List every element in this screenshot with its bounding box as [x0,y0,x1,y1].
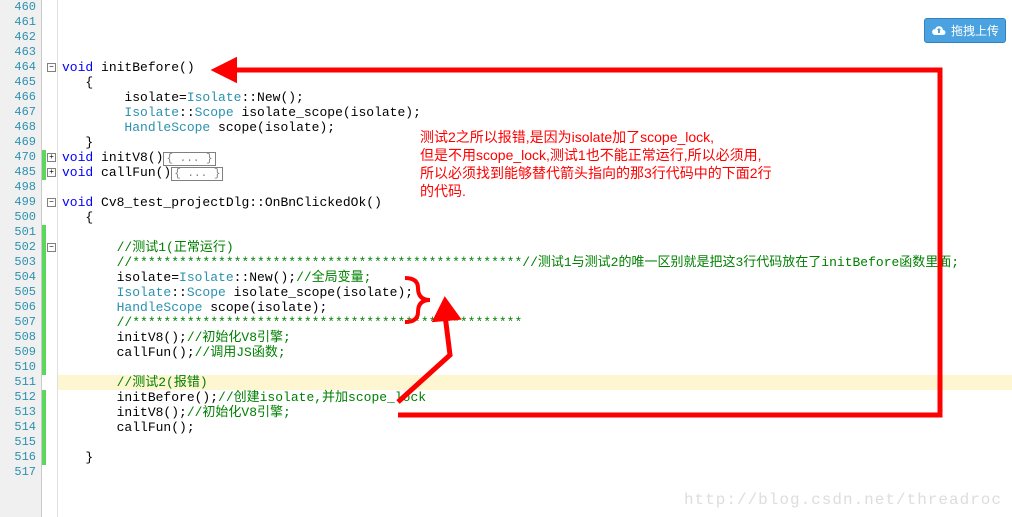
line-number: 464 [0,60,36,75]
fold-toggle[interactable]: − [47,243,56,252]
code-line: callFun();//调用JS函数; [58,345,1012,360]
line-number: 510 [0,360,36,375]
line-number: 507 [0,315,36,330]
line-number: 516 [0,450,36,465]
line-number: 485 [0,165,36,180]
drag-upload-button[interactable]: 拖拽上传 [924,18,1006,43]
keyword: void [62,60,93,75]
line-number: 461 [0,15,36,30]
code-line [58,465,1012,480]
line-number: 511 [0,375,36,390]
line-number: 508 [0,330,36,345]
fold-toggle[interactable]: − [47,63,56,72]
code-line: { [58,210,1012,225]
line-number: 462 [0,30,36,45]
line-number: 502 [0,240,36,255]
line-number-gutter: 460 461 462 463 464 465 466 467 468 469 … [0,0,42,517]
line-number: 506 [0,300,36,315]
code-line: void initV8(){ ... } [58,150,1012,165]
line-number: 503 [0,255,36,270]
code-line: isolate=Isolate::New(); [58,90,1012,105]
code-line: HandleScope scope(isolate); [58,120,1012,135]
fold-toggle[interactable]: + [47,153,56,162]
code-line: initV8();//初始化V8引擎; [58,405,1012,420]
line-number: 509 [0,345,36,360]
line-number: 500 [0,210,36,225]
code-line [58,30,1012,45]
code-line: callFun(); [58,420,1012,435]
fold-toggle[interactable]: + [47,168,56,177]
line-number: 505 [0,285,36,300]
upload-label: 拖拽上传 [951,22,999,39]
line-number: 465 [0,75,36,90]
fold-column: − + + − − [46,0,58,517]
code-line: Isolate::Scope isolate_scope(isolate); [58,285,1012,300]
line-number: 504 [0,270,36,285]
fold-toggle[interactable]: − [47,198,56,207]
code-line [58,180,1012,195]
code-line: HandleScope scope(isolate); [58,300,1012,315]
line-number: 466 [0,90,36,105]
line-number: 468 [0,120,36,135]
code-line-highlighted: //测试2(报错) [58,375,1012,390]
code-line: { [58,75,1012,90]
code-line: } [58,135,1012,150]
code-line: void callFun(){ ... } [58,165,1012,180]
code-line [58,0,1012,15]
line-number: 512 [0,390,36,405]
line-number: 470 [0,150,36,165]
code-line [58,45,1012,60]
code-line: void initBefore() [58,60,1012,75]
code-line: Isolate::Scope isolate_scope(isolate); [58,105,1012,120]
line-number: 460 [0,0,36,15]
line-number: 513 [0,405,36,420]
folded-region[interactable]: { ... } [163,152,215,166]
code-line: initV8();//初始化V8引擎; [58,330,1012,345]
line-number: 498 [0,180,36,195]
line-number: 501 [0,225,36,240]
code-line [58,15,1012,30]
line-number: 517 [0,465,36,480]
line-number: 515 [0,435,36,450]
code-line: isolate=Isolate::New();//全局变量; [58,270,1012,285]
cloud-upload-icon [931,23,947,39]
line-number: 499 [0,195,36,210]
code-editor: 460 461 462 463 464 465 466 467 468 469 … [0,0,1012,517]
line-number: 469 [0,135,36,150]
code-line: //测试1(正常运行) [58,240,1012,255]
code-line: //**************************************… [58,315,1012,330]
line-number: 463 [0,45,36,60]
code-area[interactable]: void initBefore() { isolate=Isolate::New… [58,0,1012,517]
code-line [58,360,1012,375]
code-line: void Cv8_test_projectDlg::OnBnClickedOk(… [58,195,1012,210]
code-line [58,435,1012,450]
code-line: initBefore();//创建isolate,并加scope_lock [58,390,1012,405]
code-line [58,225,1012,240]
line-number: 514 [0,420,36,435]
line-number: 467 [0,105,36,120]
code-line: } [58,450,1012,465]
code-line: //**************************************… [58,255,1012,270]
folded-region[interactable]: { ... } [171,167,223,181]
function-name: initBefore() [93,60,194,75]
